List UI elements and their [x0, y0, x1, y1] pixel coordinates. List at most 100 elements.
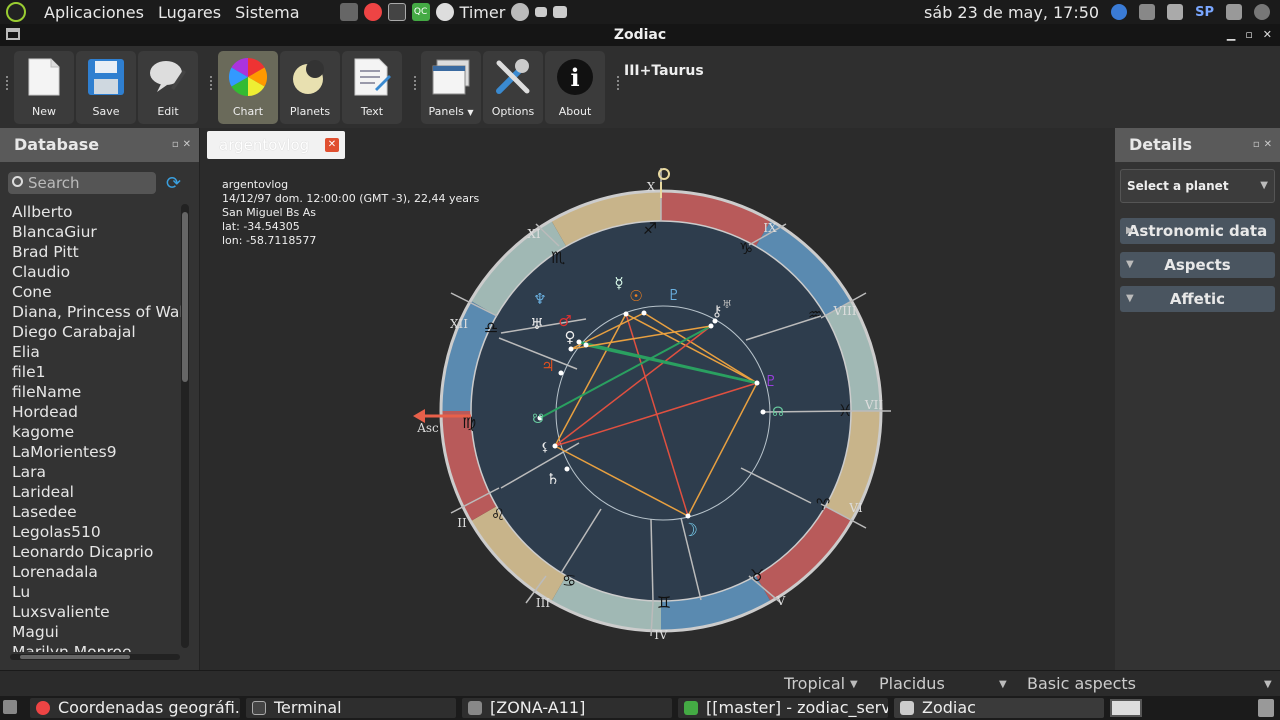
- horizontal-scrollbar[interactable]: [10, 654, 180, 660]
- list-item[interactable]: Allberto: [12, 202, 182, 222]
- show-desktop-icon[interactable]: [3, 700, 17, 714]
- chrome-icon[interactable]: [363, 3, 382, 21]
- toolbar-grip[interactable]: [6, 76, 9, 90]
- new-button[interactable]: New: [14, 51, 74, 124]
- list-item[interactable]: Lara: [12, 462, 182, 482]
- timer-label[interactable]: Timer: [460, 3, 506, 22]
- sun-glyph-icon[interactable]: ☉: [629, 287, 642, 305]
- vertical-scrollbar[interactable]: [181, 204, 189, 648]
- house-system-select[interactable]: Placidus: [879, 674, 945, 693]
- list-item[interactable]: BlancaGiur: [12, 222, 182, 242]
- window-icon[interactable]: [535, 7, 548, 17]
- panel-controls[interactable]: ▫✕: [172, 128, 195, 162]
- menu-applications[interactable]: Aplicaciones: [44, 3, 144, 22]
- chevron-down-icon[interactable]: ▼: [999, 679, 1007, 690]
- terminal-icon[interactable]: [387, 3, 406, 21]
- pro-icon[interactable]: [511, 3, 530, 21]
- list-item[interactable]: Lorenadala: [12, 562, 182, 582]
- menu-places[interactable]: Lugares: [158, 3, 221, 22]
- chiron-glyph-icon[interactable]: ⚷: [712, 302, 723, 320]
- section-astronomic-data[interactable]: ▶ Astronomic data: [1120, 218, 1275, 244]
- list-item[interactable]: file1: [12, 362, 182, 382]
- panel-controls[interactable]: ▫✕: [1253, 128, 1276, 162]
- venus-glyph-icon[interactable]: ♀: [565, 328, 576, 346]
- qt-creator-icon[interactable]: QC: [411, 3, 430, 21]
- close-window-button[interactable]: ✕: [1263, 24, 1272, 46]
- network-signal-icon[interactable]: [1139, 4, 1156, 20]
- moon-glyph-icon[interactable]: ☽: [682, 520, 698, 541]
- workspace-switcher[interactable]: [1110, 699, 1142, 717]
- list-item[interactable]: kagome: [12, 422, 182, 442]
- toolbar-grip[interactable]: [414, 76, 417, 90]
- scroll-thumb[interactable]: [20, 655, 130, 659]
- refresh-icon[interactable]: ⟳: [166, 174, 188, 194]
- ubuntu-logo-icon[interactable]: [6, 2, 26, 22]
- screen-icon[interactable]: [553, 6, 568, 18]
- clock-text[interactable]: sáb 23 de may, 17:50: [924, 3, 1099, 22]
- edit-button[interactable]: Edit: [138, 51, 198, 124]
- horoscope-wheel[interactable]: ♐ ♑ ♒ ♓ ♈ ♉ ♊ ♋ ♌ ♍ ♎ ♏ ☿ ☉ ♇ ⚷ ♅ ♆ ♅ ♂ …: [201, 128, 1113, 670]
- list-item[interactable]: Diego Carabajal: [12, 322, 182, 342]
- list-item[interactable]: Hordead: [12, 402, 182, 422]
- list-item[interactable]: Larideal: [12, 482, 182, 502]
- task-zodiac[interactable]: Zodiac: [894, 698, 1104, 718]
- menu-system[interactable]: Sistema: [235, 3, 299, 22]
- section-affetic[interactable]: ▼ Affetic: [1120, 286, 1275, 312]
- keyboard-layout[interactable]: SP: [1195, 5, 1214, 20]
- film-icon[interactable]: [339, 3, 358, 21]
- list-item[interactable]: Lasedee: [12, 502, 182, 522]
- chart-button[interactable]: Chart: [218, 51, 278, 124]
- task-terminal[interactable]: Terminal: [246, 698, 456, 718]
- uranus-small-glyph-icon[interactable]: ♅: [722, 298, 732, 311]
- display-icon[interactable]: [1167, 4, 1184, 20]
- mercury-glyph-icon[interactable]: ☿: [614, 274, 623, 292]
- scroll-thumb[interactable]: [182, 212, 188, 382]
- list-item[interactable]: Brad Pitt: [12, 242, 182, 262]
- minimize-button[interactable]: ▁: [1227, 24, 1235, 46]
- text-button[interactable]: Text: [342, 51, 402, 124]
- window-menu-icon[interactable]: [6, 28, 20, 40]
- list-item[interactable]: Diana, Princess of Wale: [12, 302, 182, 322]
- planet-select[interactable]: Select a planet ▼: [1120, 169, 1275, 203]
- list-item[interactable]: Claudio: [12, 262, 182, 282]
- toolbar-grip[interactable]: [210, 76, 213, 90]
- panels-button[interactable]: Panels ▼: [421, 51, 481, 124]
- zodiac-type-select[interactable]: Tropical: [784, 674, 845, 693]
- volume-icon[interactable]: [1226, 4, 1242, 20]
- options-button[interactable]: Options: [483, 51, 543, 124]
- saturn-glyph-icon[interactable]: ♄: [546, 470, 559, 488]
- list-item[interactable]: Magui: [12, 622, 182, 642]
- about-button[interactable]: i About: [545, 51, 605, 124]
- list-item[interactable]: Marilyn Monroe: [12, 642, 182, 652]
- list-item[interactable]: Legolas510: [12, 522, 182, 542]
- chevron-down-icon[interactable]: ▼: [850, 679, 858, 690]
- lilith-glyph-icon[interactable]: ⚸: [541, 440, 550, 454]
- pluto-glyph-icon[interactable]: ♇: [667, 286, 680, 304]
- jupiter-glyph-icon[interactable]: ♃: [541, 357, 554, 375]
- list-item[interactable]: LaMorientes9: [12, 442, 182, 462]
- save-button[interactable]: Save: [76, 51, 136, 124]
- task-qtcreator[interactable]: [[master] - zodiac_serv...: [678, 698, 888, 718]
- chevron-down-icon[interactable]: ▼: [1264, 679, 1272, 690]
- clock-icon[interactable]: [435, 3, 454, 21]
- list-item[interactable]: Lu: [12, 582, 182, 602]
- list-item[interactable]: Cone: [12, 282, 182, 302]
- trash-icon[interactable]: [1258, 699, 1274, 717]
- uranus-glyph-icon[interactable]: ♅: [530, 315, 543, 333]
- section-aspects[interactable]: ▼ Aspects: [1120, 252, 1275, 278]
- power-icon[interactable]: [1254, 4, 1270, 20]
- list-item[interactable]: Elia: [12, 342, 182, 362]
- bluetooth-icon[interactable]: [1111, 4, 1128, 20]
- north-node-glyph-icon[interactable]: ☊: [772, 405, 784, 420]
- task-zona[interactable]: [ZONA-A11]: [462, 698, 672, 718]
- neptune-glyph-icon[interactable]: ♆: [533, 290, 546, 308]
- list-item[interactable]: fileName: [12, 382, 182, 402]
- south-node-glyph-icon[interactable]: ☋: [532, 412, 544, 427]
- search-input[interactable]: Search: [8, 172, 156, 194]
- toolbar-grip[interactable]: [617, 76, 620, 90]
- task-chrome[interactable]: Coordenadas geográfi...: [30, 698, 240, 718]
- aspects-select[interactable]: Basic aspects: [1027, 674, 1136, 693]
- proserpina-glyph-icon[interactable]: ♇: [764, 372, 777, 390]
- planets-button[interactable]: Planets: [280, 51, 340, 124]
- maximize-button[interactable]: ▫: [1245, 24, 1252, 46]
